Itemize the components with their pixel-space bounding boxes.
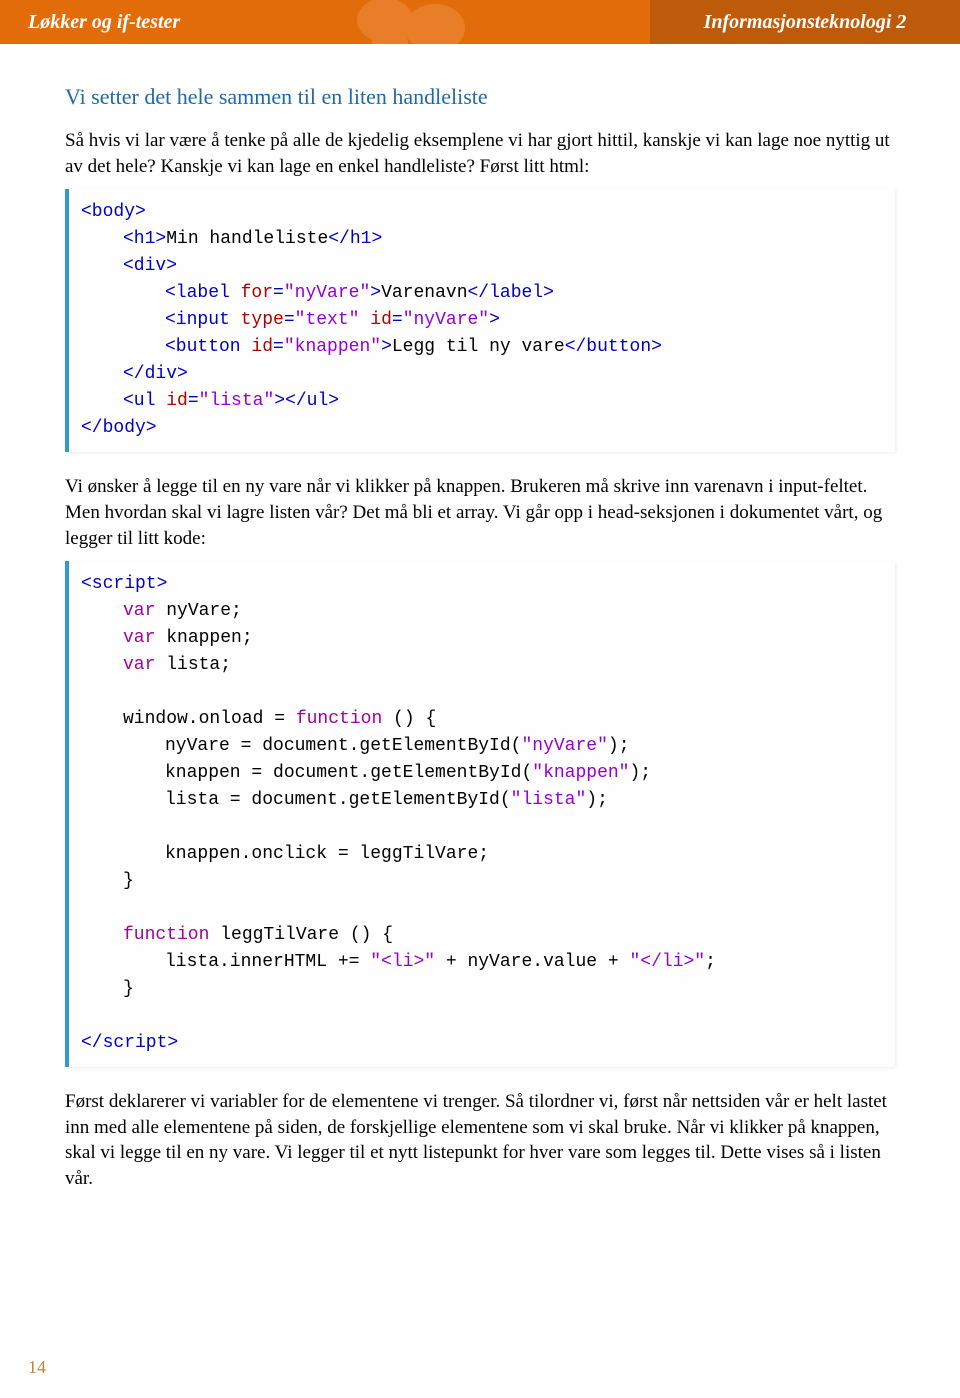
code-line: <ul	[123, 391, 166, 411]
code-block-html: <body> <h1>Min handleliste</h1> <div> <l…	[65, 189, 895, 452]
code-line: </script>	[81, 1033, 178, 1053]
paragraph-3: Først deklarerer vi variabler for de ele…	[65, 1089, 895, 1192]
code-line: </h1>	[328, 229, 382, 249]
content-area: Vi setter det hele sammen til en liten h…	[0, 44, 960, 1192]
paragraph-2: Vi ønsker å legge til en ny vare når vi …	[65, 474, 895, 551]
header-right: Informasjonsteknologi 2	[650, 0, 960, 44]
header-left-title: Løkker og if-tester	[28, 11, 180, 34]
code-line: <input	[165, 310, 241, 330]
butterfly-icon	[350, 0, 470, 44]
code-block-script: <script> var nyVare; var knappen; var li…	[65, 561, 895, 1067]
page-number: 14	[28, 1357, 46, 1378]
code-str: "nyVare"	[284, 283, 370, 303]
code-line: <h1>	[123, 229, 166, 249]
paragraph-1: Så hvis vi lar være å tenke på alle de k…	[65, 128, 895, 179]
code-line: </body>	[81, 418, 157, 438]
code-line: <button	[165, 337, 251, 357]
code-text: Min handleliste	[166, 229, 328, 249]
page-header: Løkker og if-tester Informasjonsteknolog…	[0, 0, 960, 44]
code-kw: var	[123, 601, 166, 621]
section-title: Vi setter det hele sammen til en liten h…	[65, 84, 895, 110]
code-attr: for	[241, 283, 273, 303]
header-left: Løkker og if-tester	[0, 0, 650, 44]
code-line: <script>	[81, 574, 167, 594]
code-line: </div>	[123, 364, 188, 384]
code-line: <div>	[123, 256, 177, 276]
header-right-title: Informasjonsteknologi 2	[704, 11, 907, 34]
code-line: <body>	[81, 202, 146, 222]
code-line: <label	[165, 283, 241, 303]
